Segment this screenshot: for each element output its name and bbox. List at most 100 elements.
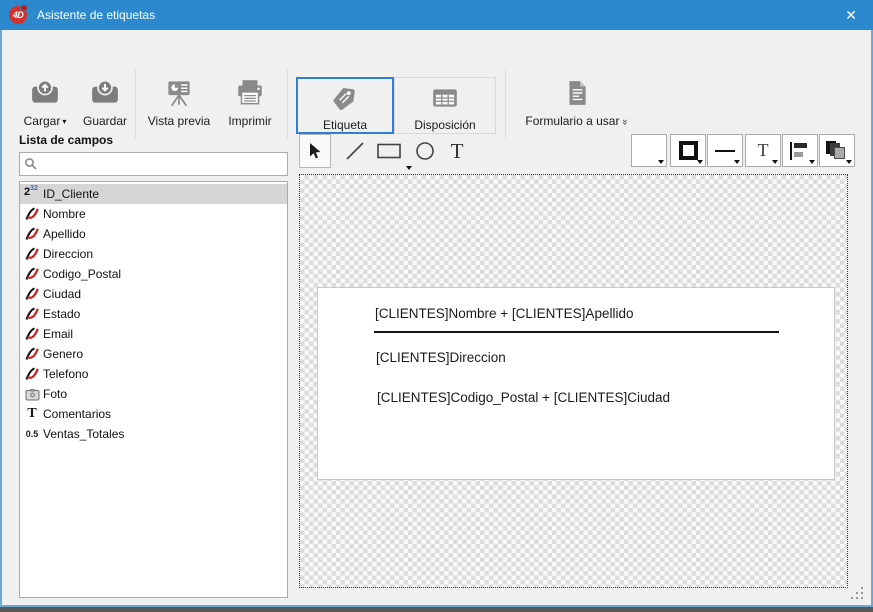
text-format-button[interactable]: T (745, 134, 781, 167)
form-dropdown-chevron[interactable]: » (621, 119, 631, 125)
form-document-icon (565, 75, 589, 111)
align-caret[interactable] (809, 160, 815, 164)
field-name: Ventas_Totales (43, 427, 124, 441)
text-tool[interactable]: T (441, 134, 473, 168)
layout-grid-icon (431, 80, 459, 116)
field-row-nombre[interactable]: Nombre (20, 204, 287, 224)
tab-disposicion-label: Disposición (414, 118, 475, 132)
field-row-genero[interactable]: Genero (20, 344, 287, 364)
titlebar[interactable]: 4D Asistente de etiquetas ✕ (0, 0, 873, 30)
tab-etiqueta[interactable]: Etiqueta (296, 77, 394, 134)
border-style-caret[interactable] (697, 160, 703, 164)
alpha-type-icon (23, 346, 41, 362)
alpha-type-icon (23, 326, 41, 342)
real-type-icon: 0.5 (23, 426, 41, 442)
save-icon (90, 75, 120, 111)
label-preview-area[interactable]: [CLIENTES]Nombre + [CLIENTES]Apellido [C… (317, 287, 835, 480)
field-list-header: Lista de campos (19, 133, 113, 147)
select-tool[interactable] (299, 134, 331, 168)
line-width-caret[interactable] (734, 160, 740, 164)
label-tag-icon (331, 80, 359, 116)
field-name: ID_Cliente (43, 187, 99, 201)
line-width-button[interactable] (707, 134, 743, 167)
search-icon (24, 157, 38, 171)
label-field-expression[interactable]: [CLIENTES]Direccion (376, 350, 506, 365)
load-label: Cargar (24, 114, 61, 128)
align-button[interactable] (782, 134, 818, 167)
field-search-box[interactable] (19, 152, 288, 176)
field-name: Comentarios (43, 407, 111, 421)
label-field-expression[interactable]: [CLIENTES]Nombre + [CLIENTES]Apellido (375, 306, 633, 321)
field-row-foto[interactable]: Foto (20, 384, 287, 404)
label-field-expression[interactable]: [CLIENTES]Codigo_Postal + [CLIENTES]Ciud… (377, 390, 670, 405)
label-design-canvas[interactable]: [CLIENTES]Nombre + [CLIENTES]Apellido [C… (299, 174, 848, 588)
main-toolbar: Cargar▾ Guardar (2, 30, 871, 120)
oval-tool[interactable] (409, 134, 441, 168)
alpha-type-icon (23, 286, 41, 302)
text-format-icon: T (758, 140, 769, 161)
text-type-icon: T (23, 406, 41, 422)
toolbar-separator (505, 70, 506, 138)
field-name: Apellido (43, 227, 86, 241)
form-to-use-label: Formulario a usar (525, 114, 619, 128)
fill-color-button[interactable] (631, 134, 667, 167)
line-width-icon (715, 150, 735, 152)
alpha-type-icon (23, 226, 41, 242)
window-title: Asistente de etiquetas (37, 8, 155, 22)
field-name: Estado (43, 307, 80, 321)
arrange-layers-caret[interactable] (846, 160, 852, 164)
tab-etiqueta-label: Etiqueta (323, 118, 367, 132)
layers-icon (826, 141, 848, 161)
print-icon (234, 75, 266, 111)
longint-type-icon: 232 (23, 186, 41, 202)
load-dropdown-caret[interactable]: ▾ (62, 116, 66, 128)
alpha-type-icon (23, 266, 41, 282)
text-format-caret[interactable] (772, 160, 778, 164)
field-row-estado[interactable]: Estado (20, 304, 287, 324)
fill-color-caret[interactable] (658, 160, 664, 164)
load-button[interactable]: Cargar▾ (16, 75, 74, 128)
field-name: Telefono (43, 367, 88, 381)
field-name: Ciudad (43, 287, 81, 301)
field-list[interactable]: 232 ID_Cliente Nombre Apellido Direccion… (19, 181, 288, 598)
arrange-layers-button[interactable] (819, 134, 855, 167)
label-wizard-window: 4D Asistente de etiquetas ✕ Cargar▾ (0, 0, 873, 607)
print-button[interactable]: Imprimir (218, 75, 282, 128)
field-row-email[interactable]: Email (20, 324, 287, 344)
field-name: Codigo_Postal (43, 267, 121, 281)
field-row-comentarios[interactable]: T Comentarios (20, 404, 287, 424)
field-row-ciudad[interactable]: Ciudad (20, 284, 287, 304)
form-to-use-button[interactable]: Formulario a usar» (514, 75, 640, 128)
field-name: Nombre (43, 207, 86, 221)
field-row-codigo-postal[interactable]: Codigo_Postal (20, 264, 287, 284)
align-icon (790, 142, 810, 160)
border-style-button[interactable] (670, 134, 706, 167)
field-row-direccion[interactable]: Direccion (20, 244, 287, 264)
field-row-id-cliente[interactable]: 232 ID_Cliente (20, 184, 287, 204)
load-icon (30, 75, 60, 111)
toolbar-separator (287, 70, 288, 138)
toolbar-separator (135, 70, 136, 138)
border-style-icon (679, 141, 698, 160)
tab-disposicion[interactable]: Disposición (394, 77, 496, 134)
save-button[interactable]: Guardar (76, 75, 134, 128)
print-label: Imprimir (228, 114, 271, 128)
preview-button[interactable]: Vista previa (142, 75, 216, 128)
field-name: Direccion (43, 247, 93, 261)
alpha-type-icon (23, 366, 41, 382)
alpha-type-icon (23, 206, 41, 222)
field-row-ventas-totales[interactable]: 0.5 Ventas_Totales (20, 424, 287, 444)
line-tool[interactable] (339, 134, 371, 168)
field-row-apellido[interactable]: Apellido (20, 224, 287, 244)
window-resize-grip[interactable] (849, 587, 865, 601)
line-icon (345, 141, 365, 161)
rectangle-tool[interactable] (373, 134, 405, 168)
rectangle-icon (377, 143, 401, 159)
search-input[interactable] (38, 154, 287, 174)
field-row-telefono[interactable]: Telefono (20, 364, 287, 384)
field-name: Email (43, 327, 73, 341)
label-horizontal-rule[interactable] (374, 331, 779, 333)
oval-icon (415, 141, 435, 161)
field-name: Foto (43, 387, 67, 401)
close-button[interactable]: ✕ (829, 0, 873, 30)
